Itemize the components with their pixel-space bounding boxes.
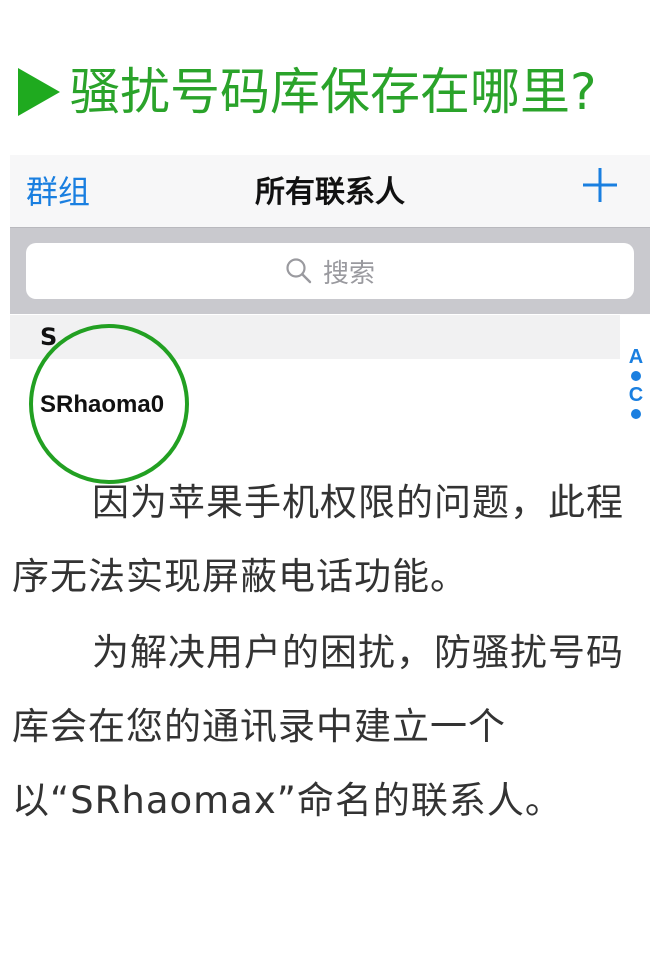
paragraph-1: 因为苹果手机权限的问题，此程序无法实现屏蔽电话功能。 (12, 466, 644, 614)
highlight-circle (29, 324, 189, 484)
play-icon (18, 68, 60, 116)
search-placeholder: 搜索 (322, 258, 375, 289)
paragraph-2: 为解决用户的困扰，防骚扰号码库会在您的通讯录中建立一个以“SRhaomax”命名… (12, 616, 644, 838)
index-dot (631, 371, 641, 381)
search-input[interactable]: 搜索 (26, 243, 634, 299)
section-index-bar[interactable]: A C (622, 345, 650, 437)
nav-title: 所有联系人 (255, 175, 405, 210)
paragraph-1-text: 因为苹果手机权限的问题，此程序无法实现屏蔽电话功能。 (12, 481, 624, 598)
paragraph-2-text: 为解决用户的困扰，防骚扰号码库会在您的通讯录中建立一个以“SRhaomax”命名… (12, 631, 624, 822)
heading-text: 骚扰号码库保存在哪里? (70, 63, 597, 121)
page-heading: 骚扰号码库保存在哪里? (16, 62, 597, 122)
plus-icon[interactable] (580, 165, 620, 205)
index-letter-c[interactable]: C (622, 383, 650, 407)
contacts-navbar: 群组 所有联系人 (10, 155, 650, 228)
search-bar: 搜索 (10, 228, 650, 314)
index-dot (631, 409, 641, 419)
index-letter-a[interactable]: A (622, 345, 650, 369)
search-icon (286, 258, 312, 284)
